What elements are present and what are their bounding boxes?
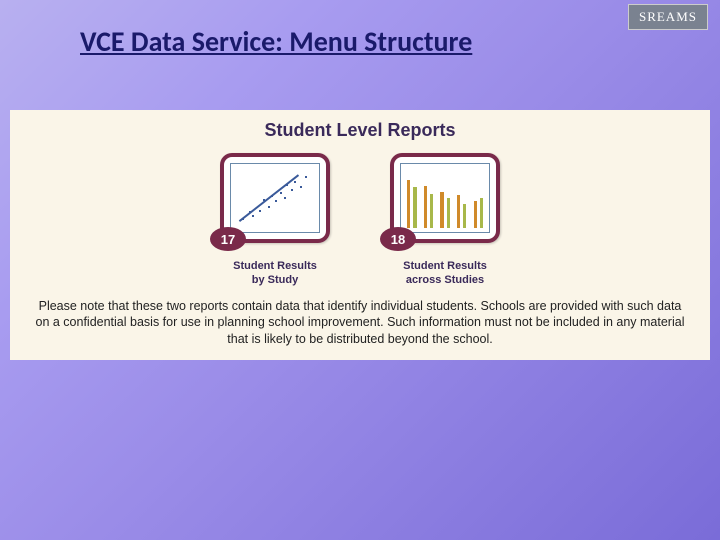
cards-row: 17 Student Results by Study	[10, 153, 710, 288]
brand-logo: SREAMS	[628, 4, 708, 30]
bar-chart-icon	[400, 163, 490, 233]
scatter-chart-icon	[230, 163, 320, 233]
content-panel: Student Level Reports	[10, 110, 710, 360]
chart-frame-scatter: 17	[220, 153, 330, 243]
footnote-text: Please note that these two reports conta…	[30, 298, 690, 349]
card-label: Student Results by Study	[233, 259, 317, 288]
page-title: VCE Data Service: Menu Structure	[80, 24, 472, 59]
card-number-badge: 17	[210, 227, 246, 251]
card-results-by-study: 17 Student Results by Study	[205, 153, 345, 288]
card-number-badge: 18	[380, 227, 416, 251]
chart-frame-bars: 18	[390, 153, 500, 243]
card-results-across-studies: 18 Student Results across Studies	[375, 153, 515, 288]
section-heading: Student Level Reports	[10, 120, 710, 141]
card-label: Student Results across Studies	[403, 259, 487, 288]
